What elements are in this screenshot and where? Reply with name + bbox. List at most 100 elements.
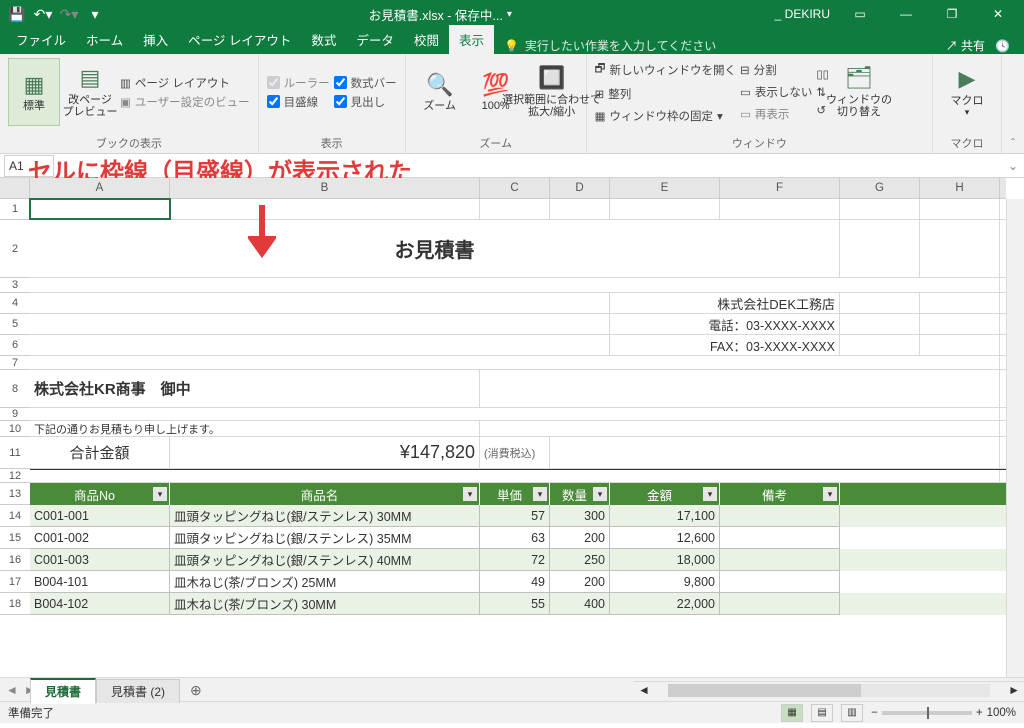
view-normal-icon[interactable]: ▦ bbox=[781, 704, 803, 722]
cell-amt[interactable]: 22,000 bbox=[610, 593, 720, 615]
doc-title[interactable]: お見積書 bbox=[30, 220, 840, 277]
cell-note[interactable] bbox=[720, 549, 840, 571]
filter-icon[interactable]: ▾ bbox=[593, 487, 607, 501]
zoom-selection-button[interactable]: 🔲選択範囲に合わせて 拡大/縮小 bbox=[526, 58, 578, 126]
macro-button[interactable]: ▶マクロ▾ bbox=[941, 58, 993, 126]
cell-note[interactable] bbox=[720, 527, 840, 549]
table-row[interactable]: C001-002皿頭タッピングねじ(銀/ステンレス) 35MM6320012,6… bbox=[30, 527, 1006, 549]
col-H[interactable]: H bbox=[920, 178, 1000, 198]
cell-no[interactable]: B004-102 bbox=[30, 593, 170, 615]
th-note[interactable]: 備考▾ bbox=[720, 483, 840, 505]
view-side-icon[interactable]: ▯▯ bbox=[816, 67, 829, 81]
undo-icon[interactable]: ↶▾ bbox=[32, 3, 54, 25]
normal-view-button[interactable]: ▦標準 bbox=[8, 58, 60, 126]
cell-name[interactable]: 皿頭タッピングねじ(銀/ステンレス) 40MM bbox=[170, 549, 480, 571]
cell-price[interactable]: 55 bbox=[480, 593, 550, 615]
cell-amt[interactable]: 18,000 bbox=[610, 549, 720, 571]
table-row[interactable]: B004-101皿木ねじ(茶/ブロンズ) 25MM492009,800 bbox=[30, 571, 1006, 593]
filter-icon[interactable]: ▾ bbox=[823, 487, 837, 501]
cell-note[interactable] bbox=[720, 593, 840, 615]
cell-name[interactable]: 皿木ねじ(茶/ブロンズ) 30MM bbox=[170, 593, 480, 615]
cell-name[interactable]: 皿頭タッピングねじ(銀/ステンレス) 35MM bbox=[170, 527, 480, 549]
new-window[interactable]: 🗗 新しいウィンドウを開く bbox=[595, 61, 736, 80]
sheet-nav-prev-icon[interactable]: ◄ bbox=[6, 683, 18, 697]
minimize-icon[interactable]: — bbox=[884, 0, 928, 28]
save-icon[interactable]: 💾 bbox=[6, 3, 28, 25]
total-label[interactable]: 合計金額 bbox=[30, 437, 170, 468]
zoom-value[interactable]: 100% bbox=[987, 707, 1016, 719]
col-C[interactable]: C bbox=[480, 178, 550, 198]
company-to[interactable]: 株式会社KR商事 御中 bbox=[30, 370, 480, 407]
table-row[interactable]: B004-102皿木ねじ(茶/ブロンズ) 30MM5540022,000 bbox=[30, 593, 1006, 615]
pagebreak-view-button[interactable]: ▤改ページ プレビュー bbox=[64, 58, 116, 126]
expand-formula-icon[interactable]: ⌄ bbox=[1008, 159, 1018, 173]
page-layout-view[interactable]: ▥ ページ レイアウト bbox=[120, 75, 250, 91]
filter-icon[interactable]: ▾ bbox=[703, 487, 717, 501]
horizontal-scrollbar[interactable]: ◄ ► bbox=[634, 681, 1024, 699]
chk-headings[interactable]: 見出し bbox=[334, 94, 397, 110]
switch-window-button[interactable]: 🗂ウィンドウの 切り替え bbox=[833, 58, 885, 126]
th-amt[interactable]: 金額▾ bbox=[610, 483, 720, 505]
th-no[interactable]: 商品No▾ bbox=[30, 483, 170, 505]
th-name[interactable]: 商品名▾ bbox=[170, 483, 480, 505]
filter-icon[interactable]: ▾ bbox=[533, 487, 547, 501]
col-E[interactable]: E bbox=[610, 178, 720, 198]
qat-more-icon[interactable]: ▾ bbox=[84, 3, 106, 25]
vertical-scrollbar[interactable] bbox=[1006, 199, 1024, 677]
cell-price[interactable]: 63 bbox=[480, 527, 550, 549]
tab-home[interactable]: ホーム bbox=[76, 25, 133, 54]
cell-grid[interactable]: お見積書 株式会社DEK工務店 電話：03-XXXX-XXXX FAX：03-X… bbox=[30, 199, 1006, 615]
chk-ruler[interactable]: ルーラー bbox=[267, 75, 330, 91]
cell-name[interactable]: 皿頭タッピングねじ(銀/ステンレス) 30MM bbox=[170, 505, 480, 527]
freeze-panes[interactable]: ▦ ウィンドウ枠の固定 ▾ bbox=[595, 108, 736, 124]
table-row[interactable]: C001-001皿頭タッピングねじ(銀/ステンレス) 30MM5730017,1… bbox=[30, 505, 1006, 527]
zoom-out-icon[interactable]: − bbox=[871, 707, 878, 719]
view-layout-icon[interactable]: ▤ bbox=[811, 704, 833, 722]
cell-no[interactable]: C001-003 bbox=[30, 549, 170, 571]
cell-amt[interactable]: 12,600 bbox=[610, 527, 720, 549]
column-headers[interactable]: A B C D E F G H bbox=[30, 178, 1006, 199]
cell-qty[interactable]: 250 bbox=[550, 549, 610, 571]
total-value[interactable]: ¥147,820 bbox=[170, 437, 480, 468]
th-qty[interactable]: 数量▾ bbox=[550, 483, 610, 505]
split-window[interactable]: ⊟ 分割 bbox=[740, 62, 812, 78]
unhide-window[interactable]: ▭ 再表示 bbox=[740, 106, 812, 122]
ribbon-opts-icon[interactable]: ▭ bbox=[838, 0, 882, 28]
zoom-button[interactable]: 🔍ズーム bbox=[414, 58, 466, 126]
sheet-tab-1[interactable]: 見積書 bbox=[30, 678, 96, 704]
cell-price[interactable]: 49 bbox=[480, 571, 550, 593]
cell-name[interactable]: 皿木ねじ(茶/ブロンズ) 25MM bbox=[170, 571, 480, 593]
quote-note[interactable]: 下記の通りお見積もり申し上げます。 bbox=[30, 421, 480, 436]
cell-price[interactable]: 57 bbox=[480, 505, 550, 527]
zoom-in-icon[interactable]: + bbox=[976, 707, 983, 719]
maximize-icon[interactable]: ❐ bbox=[930, 0, 974, 28]
cell-no[interactable]: C001-002 bbox=[30, 527, 170, 549]
scroll-right-icon[interactable]: ► bbox=[1004, 683, 1024, 697]
col-B[interactable]: B bbox=[170, 178, 480, 198]
zoom-slider[interactable]: − + 100% bbox=[871, 707, 1016, 719]
tell-me[interactable]: 💡 実行したい作業を入力してください bbox=[494, 37, 938, 54]
select-all-corner[interactable] bbox=[0, 178, 30, 199]
cell-no[interactable]: C001-001 bbox=[30, 505, 170, 527]
view-pagebreak-icon[interactable]: ▥ bbox=[841, 704, 863, 722]
filter-icon[interactable]: ▾ bbox=[463, 487, 477, 501]
cell-note[interactable] bbox=[720, 571, 840, 593]
tab-layout[interactable]: ページ レイアウト bbox=[178, 25, 301, 54]
tax-note[interactable]: (消費税込) bbox=[480, 437, 550, 468]
company-from[interactable]: 株式会社DEK工務店 bbox=[610, 293, 840, 313]
col-D[interactable]: D bbox=[550, 178, 610, 198]
close-icon[interactable]: ✕ bbox=[976, 0, 1020, 28]
collapse-ribbon-icon[interactable]: ˆ bbox=[1002, 54, 1024, 153]
company-phone[interactable]: 電話：03-XXXX-XXXX bbox=[610, 314, 840, 334]
tab-data[interactable]: データ bbox=[346, 25, 404, 54]
tab-review[interactable]: 校閲 bbox=[404, 25, 449, 54]
scroll-left-icon[interactable]: ◄ bbox=[634, 683, 654, 697]
cell-A1[interactable] bbox=[30, 199, 170, 219]
cell-qty[interactable]: 400 bbox=[550, 593, 610, 615]
cell-note[interactable] bbox=[720, 505, 840, 527]
col-F[interactable]: F bbox=[720, 178, 840, 198]
add-sheet-button[interactable]: ⊕ bbox=[180, 679, 212, 702]
sheet-tab-2[interactable]: 見積書 (2) bbox=[96, 679, 180, 703]
th-price[interactable]: 単価▾ bbox=[480, 483, 550, 505]
cell-qty[interactable]: 200 bbox=[550, 571, 610, 593]
